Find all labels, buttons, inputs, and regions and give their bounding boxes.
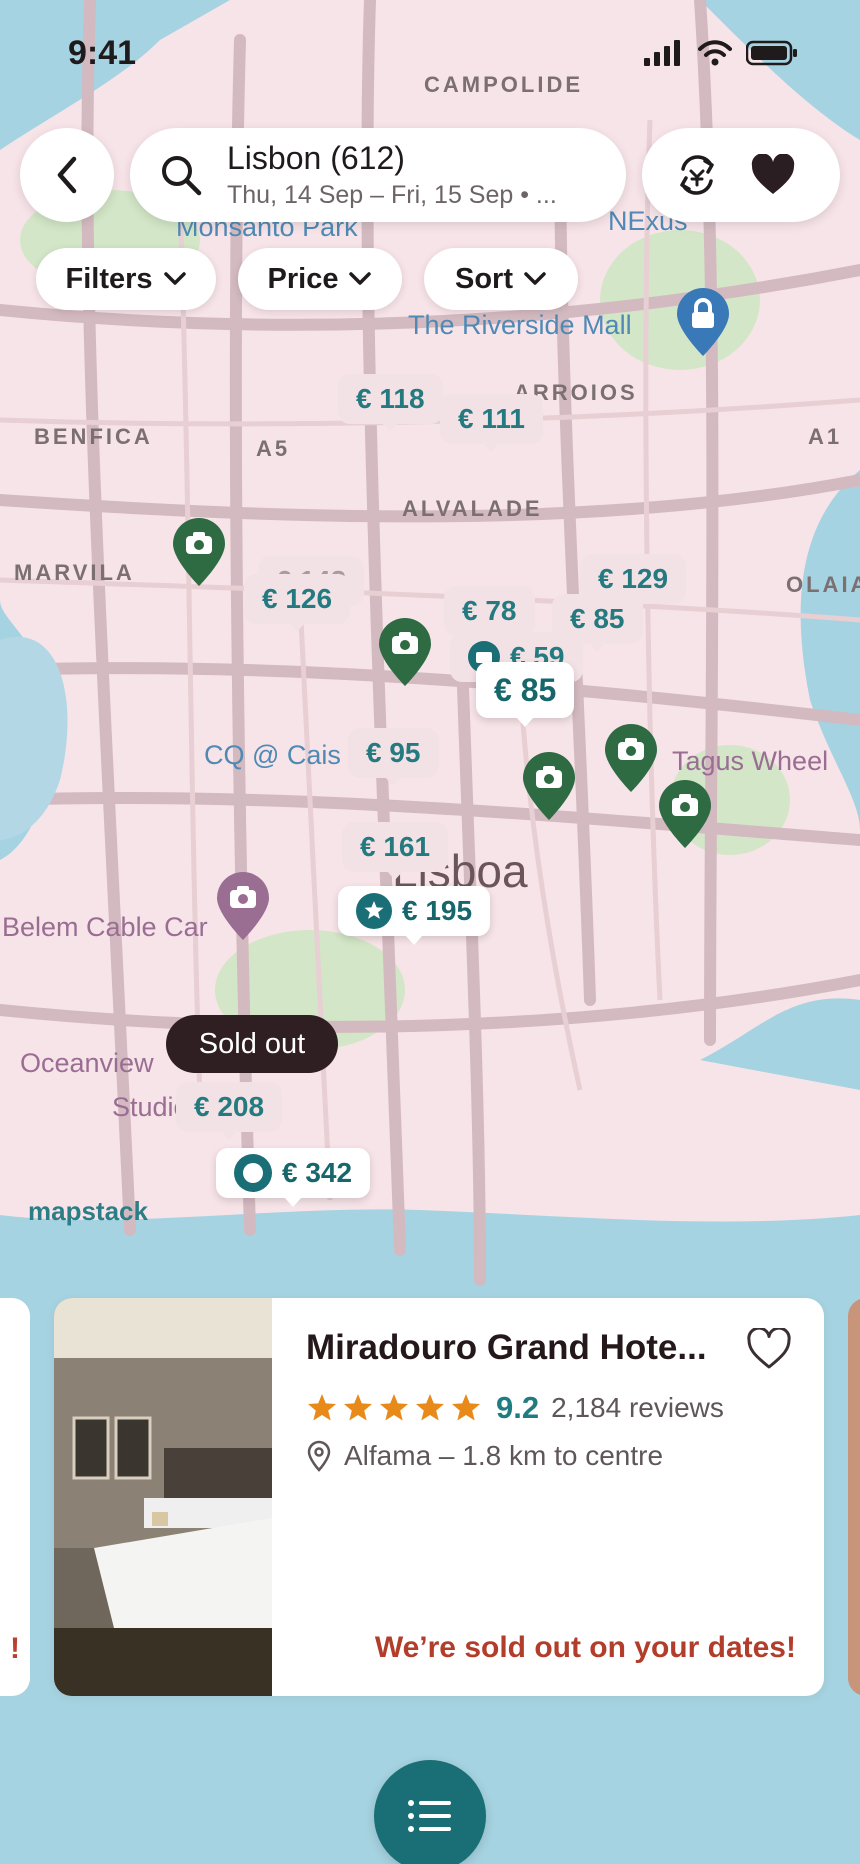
hotel-location: Alfama – 1.8 km to centre (306, 1440, 663, 1472)
star-icon (344, 1394, 372, 1421)
attraction-marker[interactable] (656, 778, 714, 850)
private-location-marker[interactable] (674, 286, 732, 358)
list-icon (408, 1800, 451, 1832)
attraction-marker[interactable] (170, 516, 228, 588)
district-label: A5 (256, 436, 291, 461)
currency-exchange-icon (680, 155, 714, 195)
poi-label-belem: Belem Cable Car (2, 912, 208, 942)
hotel-rating: 9.2 2,184 reviews (306, 1390, 724, 1426)
hotel-photo (54, 1298, 272, 1696)
sort-label: Sort (455, 262, 513, 295)
heart-icon (751, 154, 795, 194)
sold-out-tag: Sold out (166, 1015, 338, 1073)
search-dates: Thu, 14 Sep – Fri, 15 Sep • ... (227, 181, 557, 209)
chevron-down-icon (163, 272, 186, 285)
hotel-card[interactable]: Miradouro Grand Hote... 9.2 2,184 review… (54, 1298, 824, 1696)
top-bar: Lisbon (612) Thu, 14 Sep – Fri, 15 Sep •… (20, 128, 840, 222)
location-text: Alfama – 1.8 km to centre (344, 1440, 664, 1471)
rating-score: 9.2 (496, 1390, 540, 1425)
star-rating (306, 1392, 482, 1424)
list-view-button[interactable] (374, 1760, 486, 1864)
chevron-down-icon (524, 272, 546, 285)
price-pin[interactable]: € 118 (338, 374, 443, 432)
price-chip[interactable]: Price (238, 248, 402, 310)
filters-chip[interactable]: Filters (36, 248, 216, 310)
hotel-name: Miradouro Grand Hote... (306, 1328, 707, 1367)
attraction-marker-purple[interactable] (214, 870, 272, 942)
price-pin[interactable]: € 95 (348, 728, 439, 786)
filters-label: Filters (65, 262, 153, 295)
favorites-button[interactable] (748, 150, 798, 200)
price-pin[interactable]: € 208 (176, 1082, 283, 1140)
poi-label-riverside: The Riverside Mall (408, 310, 632, 340)
price-pin-selected[interactable]: € 342 (216, 1148, 371, 1207)
star-icon (452, 1394, 480, 1421)
actions-pill (642, 128, 840, 222)
search-box[interactable]: Lisbon (612) Thu, 14 Sep – Fri, 15 Sep •… (130, 128, 626, 222)
price-label: Price (267, 262, 339, 295)
price-pin-selected[interactable]: € 85 (476, 662, 575, 727)
attraction-marker[interactable] (376, 616, 434, 688)
back-button[interactable] (20, 128, 114, 222)
star-badge-icon (356, 893, 392, 929)
district-label: CAMPOLIDE (424, 72, 583, 97)
sold-out-message: We’re sold out on your dates! (374, 1631, 796, 1664)
search-title: Lisbon (612) (227, 140, 405, 176)
status-time: 9:41 (68, 34, 137, 72)
status-icons (644, 40, 798, 66)
previous-card-mark: ! (10, 1632, 20, 1665)
chevron-down-icon (349, 272, 372, 285)
back-chevron-icon (57, 156, 77, 194)
district-label: ALVALADE (402, 496, 543, 521)
battery-icon (746, 40, 797, 66)
district-label: MARVILA (14, 560, 135, 585)
poi-label-tagus: Tagus Wheel (672, 746, 829, 776)
search-icon (162, 156, 202, 196)
star-icon (416, 1394, 444, 1421)
sort-chip[interactable]: Sort (424, 248, 578, 310)
poi-label-oceanview: Oceanview (20, 1048, 154, 1078)
attraction-marker[interactable] (520, 750, 578, 822)
review-count: 2,184 reviews (551, 1392, 724, 1423)
location-pin-icon (307, 1440, 331, 1472)
signal-icon (644, 40, 680, 66)
save-hotel-button[interactable] (744, 1324, 794, 1374)
map-attribution: mapstack (28, 1196, 148, 1226)
wifi-icon (698, 40, 732, 66)
price-pin-label: € 342 (282, 1157, 353, 1188)
district-label: OLAIA (786, 572, 860, 597)
star-icon (380, 1394, 408, 1421)
price-pin[interactable]: € 111 (440, 394, 543, 452)
district-label: BENFICA (34, 424, 153, 449)
currency-button[interactable] (672, 150, 722, 200)
attraction-marker[interactable] (602, 722, 660, 794)
price-pin[interactable]: € 78 (444, 586, 535, 644)
district-label: A1 (808, 424, 843, 449)
star-icon (308, 1394, 336, 1421)
price-pin[interactable]: € 126 (244, 574, 351, 632)
price-pin[interactable]: € 161 (342, 822, 449, 880)
heart-outline-icon (747, 1328, 791, 1369)
poi-label-cq: CQ @ Cais d (204, 740, 364, 770)
next-hotel-card[interactable] (848, 1298, 860, 1696)
price-pin-featured[interactable]: € 195 (338, 886, 491, 945)
ring-badge-icon (234, 1154, 272, 1192)
price-pin-label: € 195 (402, 895, 473, 926)
